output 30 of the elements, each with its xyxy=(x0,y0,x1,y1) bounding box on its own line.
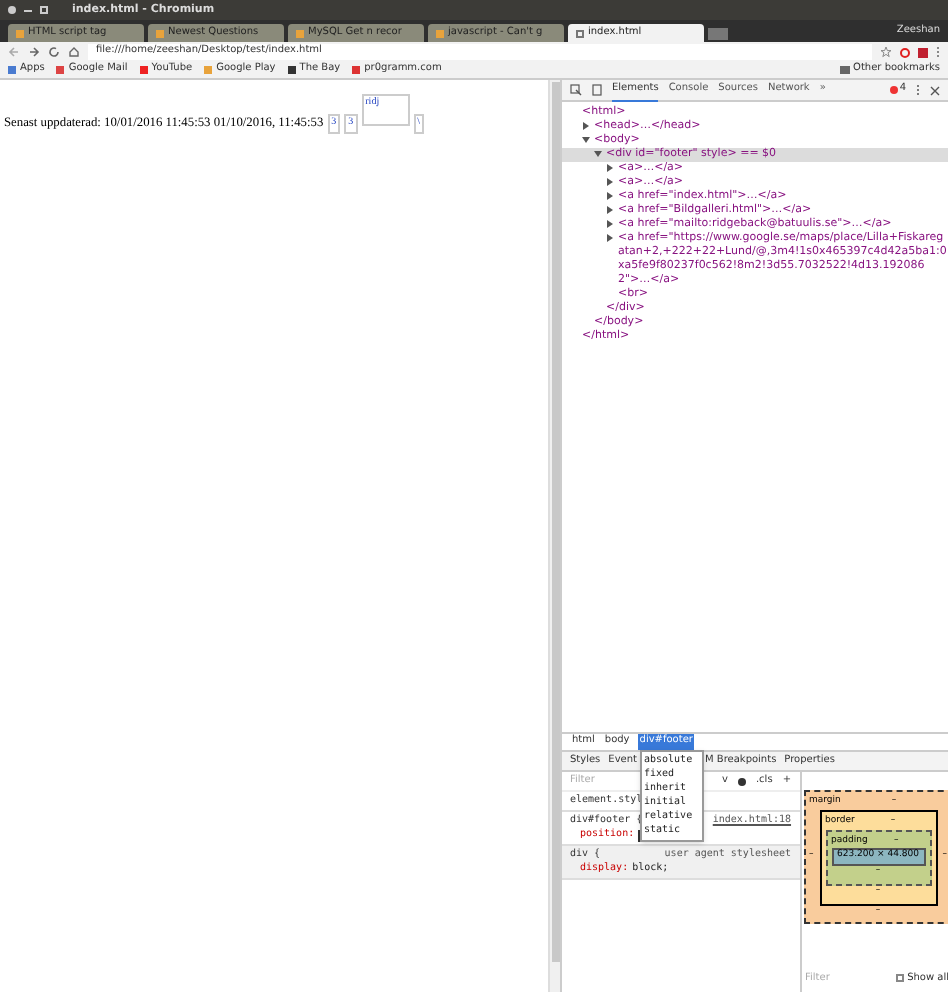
page-icon xyxy=(436,29,444,37)
close-icon[interactable] xyxy=(8,6,16,14)
bookmark-icon xyxy=(139,66,148,74)
text-cursor[interactable] xyxy=(638,829,641,841)
page-icon xyxy=(16,29,24,37)
inspect-icon[interactable] xyxy=(570,84,582,96)
page-icon xyxy=(576,29,584,37)
bookmark-icon xyxy=(8,66,16,74)
folder-icon xyxy=(839,66,850,74)
maximize-icon[interactable] xyxy=(40,6,48,14)
element-state-icon[interactable] xyxy=(737,777,746,785)
bookmark-icon xyxy=(56,66,65,74)
page-icon xyxy=(296,29,304,37)
bookmark-icon xyxy=(352,66,361,74)
minimize-icon[interactable] xyxy=(24,9,32,11)
bookmark-icon xyxy=(287,66,296,74)
error-icon xyxy=(889,86,898,94)
extension-icon[interactable] xyxy=(918,47,928,57)
device-icon[interactable] xyxy=(592,84,602,96)
forward-icon[interactable] xyxy=(28,46,40,58)
home-icon[interactable] xyxy=(68,46,80,58)
checkbox[interactable] xyxy=(895,974,904,983)
close-icon[interactable] xyxy=(930,85,940,95)
expand-triangle-icon[interactable] xyxy=(582,122,590,130)
reload-icon[interactable] xyxy=(48,46,60,58)
scrollbar-thumb[interactable] xyxy=(551,82,559,962)
opera-icon[interactable] xyxy=(900,47,910,57)
star-icon[interactable] xyxy=(880,46,892,58)
page-icon xyxy=(156,29,164,37)
bookmark-icon xyxy=(204,66,213,74)
